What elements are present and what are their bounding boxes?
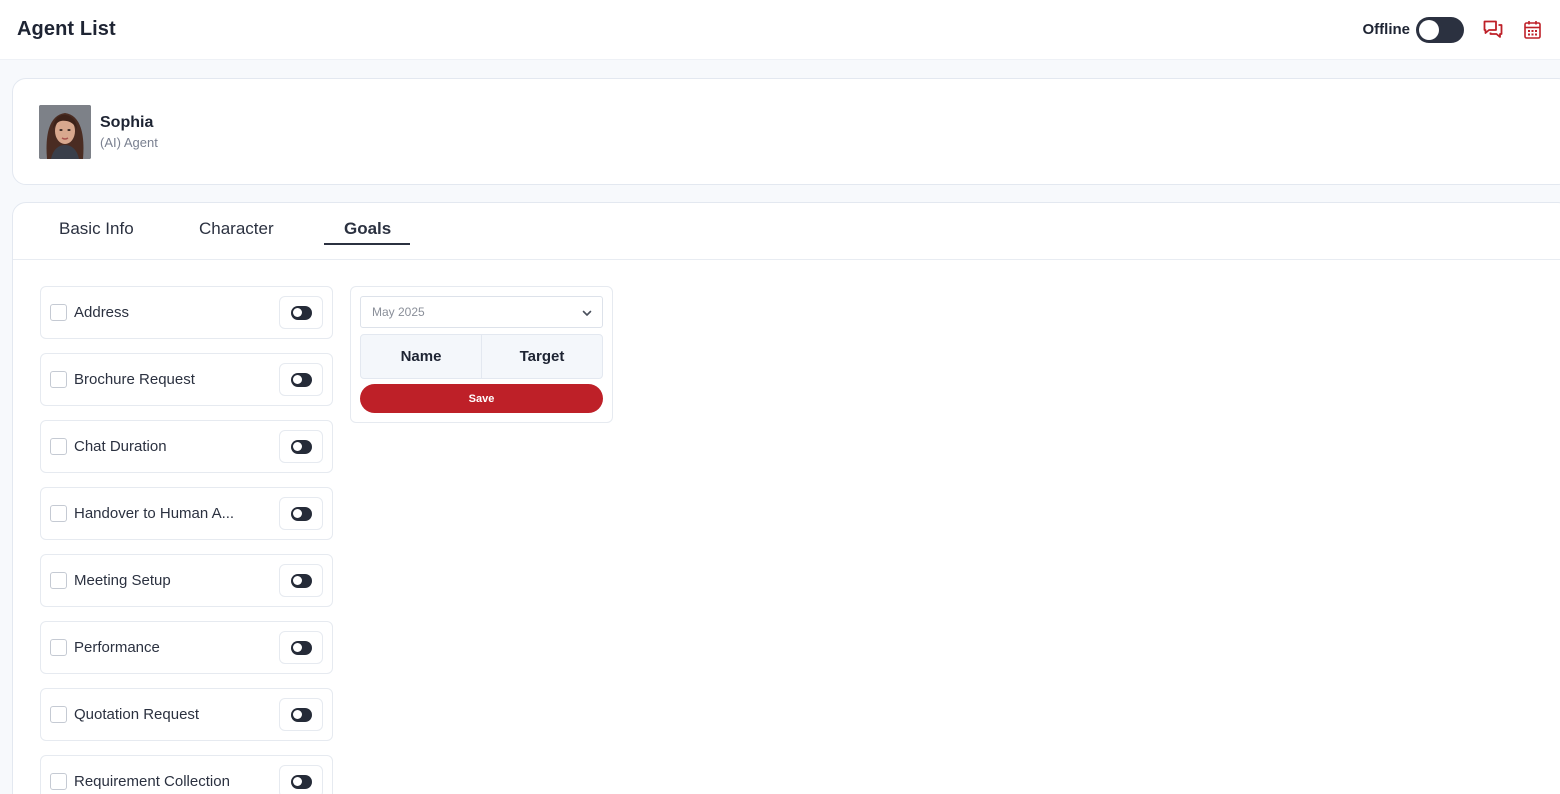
- toggle-knob: [293, 777, 302, 786]
- goal-item-requirement-collection: Requirement Collection: [40, 755, 333, 794]
- top-bar: Agent List Offline: [0, 0, 1560, 60]
- toggle-knob: [293, 576, 302, 585]
- toggle-knob: [1419, 19, 1439, 40]
- online-status-toggle[interactable]: [1416, 16, 1464, 43]
- goal-label: Handover to Human A...: [74, 505, 235, 522]
- goal-checkbox[interactable]: [50, 572, 67, 589]
- toggle-switch: [290, 506, 312, 521]
- targets-table-header: Name Target: [360, 334, 603, 379]
- goal-checkbox[interactable]: [50, 438, 67, 455]
- avatar: [39, 104, 91, 159]
- toggle-switch: [290, 305, 312, 320]
- goal-toggle[interactable]: [279, 765, 323, 794]
- goal-toggle[interactable]: [279, 296, 323, 329]
- tab-character[interactable]: Character: [199, 219, 274, 239]
- goal-checkbox[interactable]: [50, 371, 67, 388]
- toggle-switch: [290, 707, 312, 722]
- goal-item-chat-duration: Chat Duration: [40, 420, 333, 473]
- goal-item-performance: Performance: [40, 621, 333, 674]
- column-header-target: Target: [481, 335, 602, 378]
- agent-identity: Sophia (AI) Agent: [100, 114, 158, 150]
- goal-label: Quotation Request: [74, 706, 200, 723]
- goal-checkbox[interactable]: [50, 639, 67, 656]
- chevron-down-icon: [581, 306, 593, 324]
- toggle-switch: [290, 640, 312, 655]
- header-actions: Offline: [1362, 16, 1544, 43]
- goal-checkbox[interactable]: [50, 706, 67, 723]
- save-button[interactable]: Save: [360, 384, 603, 413]
- goal-label: Meeting Setup: [74, 572, 171, 589]
- goal-toggle[interactable]: [279, 631, 323, 664]
- toggle-switch: [290, 573, 312, 588]
- goal-toggle[interactable]: [279, 363, 323, 396]
- toggle-knob: [293, 643, 302, 652]
- agent-name: Sophia: [100, 113, 154, 131]
- goal-toggle[interactable]: [279, 430, 323, 463]
- goal-toggle[interactable]: [279, 497, 323, 530]
- goal-item-brochure-request: Brochure Request: [40, 353, 333, 406]
- toggle-knob: [293, 509, 302, 518]
- goal-toggle[interactable]: [279, 564, 323, 597]
- column-header-name: Name: [400, 348, 442, 365]
- agent-profile-card: Sophia (AI) Agent: [12, 78, 1560, 185]
- goal-label: Brochure Request: [74, 371, 195, 388]
- goal-item-meeting-setup: Meeting Setup: [40, 554, 333, 607]
- agent-settings-card: Basic Info Character Goals Address Broch…: [12, 202, 1560, 794]
- chat-icon[interactable]: [1482, 19, 1504, 41]
- month-select[interactable]: May 2025: [360, 296, 603, 328]
- tab-bar: Basic Info Character Goals: [13, 203, 1560, 260]
- goal-checkbox[interactable]: [50, 773, 67, 790]
- tab-goals[interactable]: Goals: [344, 219, 391, 239]
- goal-label: Performance: [74, 639, 160, 656]
- goal-toggle[interactable]: [279, 698, 323, 731]
- status-label: Offline: [1362, 21, 1411, 38]
- calendar-icon[interactable]: [1521, 19, 1543, 41]
- tab-basic-info[interactable]: Basic Info: [59, 219, 134, 239]
- goal-item-handover: Handover to Human A...: [40, 487, 333, 540]
- goal-item-address: Address: [40, 286, 333, 339]
- goal-targets-panel: May 2025 Name Target Save: [350, 286, 613, 423]
- goal-item-quotation-request: Quotation Request: [40, 688, 333, 741]
- agent-role: (AI) Agent: [100, 134, 158, 150]
- goal-label: Chat Duration: [74, 438, 167, 455]
- page-title: Agent List: [17, 18, 116, 40]
- toggle-switch: [290, 372, 312, 387]
- goal-label: Requirement Collection: [74, 773, 230, 790]
- toggle-switch: [290, 774, 312, 789]
- toggle-knob: [293, 308, 302, 317]
- active-tab-indicator: [324, 243, 410, 245]
- month-select-value: May 2025: [372, 305, 425, 319]
- toggle-knob: [293, 710, 302, 719]
- toggle-knob: [293, 375, 302, 384]
- goal-label: Address: [74, 304, 130, 321]
- toggle-switch: [290, 439, 312, 454]
- goal-checkbox[interactable]: [50, 304, 67, 321]
- goal-checkbox[interactable]: [50, 505, 67, 522]
- toggle-knob: [293, 442, 302, 451]
